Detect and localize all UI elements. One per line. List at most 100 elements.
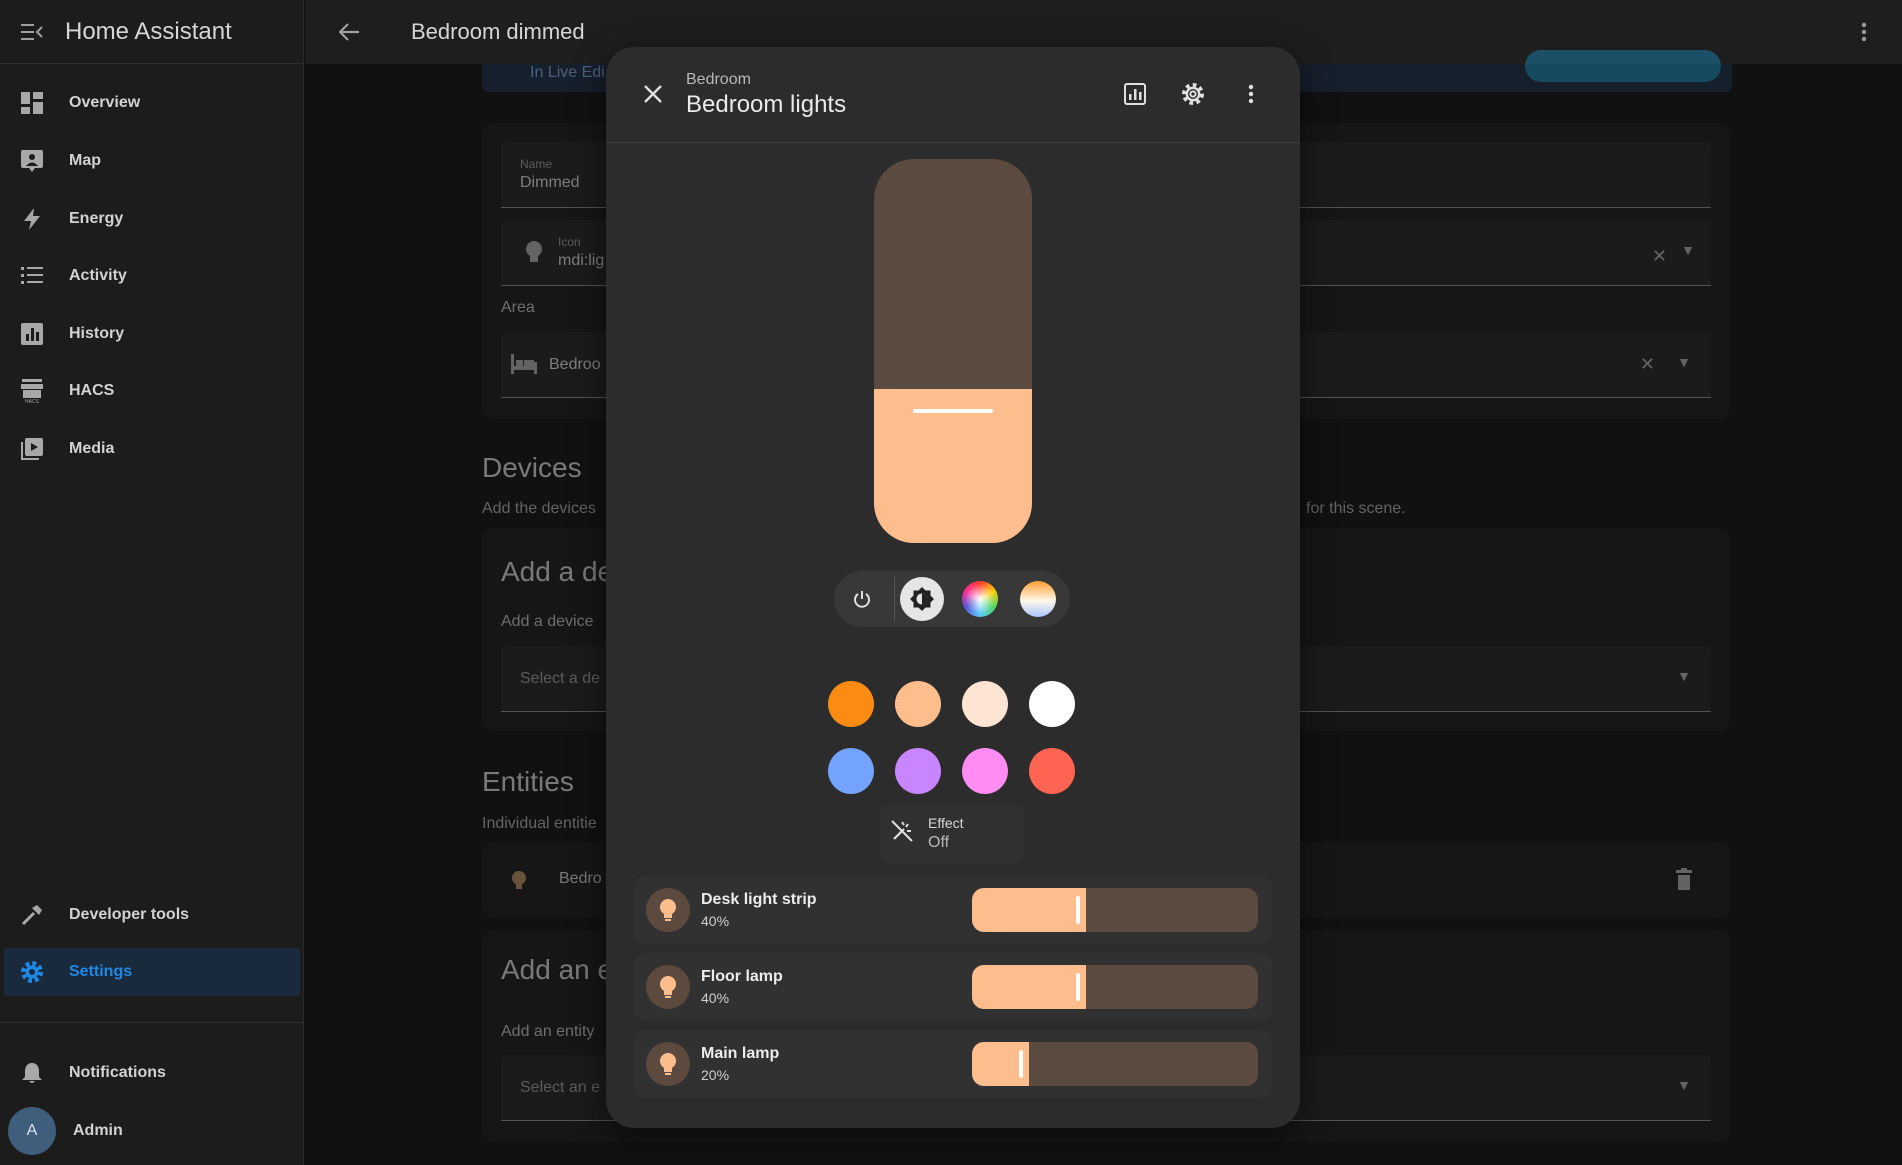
member-value: 20%	[701, 1067, 730, 1083]
effect-off-icon	[890, 819, 914, 843]
name-value: Dimmed	[520, 174, 580, 191]
menu-collapse-icon[interactable]	[17, 17, 47, 47]
color-preset-swatch[interactable]	[895, 748, 941, 794]
follow-mode-button[interactable]	[1525, 50, 1721, 82]
member-brightness-slider[interactable]	[972, 1042, 1258, 1086]
close-icon[interactable]	[632, 73, 674, 115]
color-preset-swatch[interactable]	[828, 681, 874, 727]
member-name: Desk light strip	[701, 891, 817, 908]
member-slider-handle[interactable]	[1076, 973, 1080, 1001]
devices-heading: Devices	[482, 452, 582, 483]
member-brightness-slider[interactable]	[972, 965, 1258, 1009]
sidebar-item-label: Media	[69, 440, 115, 457]
member-slider-handle[interactable]	[1076, 896, 1080, 924]
entity-placeholder: Select an e	[520, 1079, 601, 1096]
name-label: Name	[520, 157, 553, 171]
brightness-mode-icon[interactable]	[900, 577, 944, 621]
member-slider-fill	[972, 888, 1086, 932]
control-mode-bar	[834, 571, 1070, 627]
settings-gear-icon[interactable]	[1172, 73, 1214, 115]
bulb-icon	[525, 240, 543, 271]
effect-label: Effect	[928, 815, 964, 831]
sidebar-divider	[0, 1022, 304, 1023]
bed-icon	[511, 354, 537, 379]
color-preset-swatch[interactable]	[962, 681, 1008, 727]
devices-subtitle: Add the devices	[482, 500, 596, 517]
app-title: Home Assistant	[65, 17, 232, 45]
gear-icon	[20, 960, 44, 984]
icon-label: Icon	[558, 235, 581, 249]
sidebar-item-energy[interactable]: Energy	[4, 195, 300, 243]
sidebar-item-developer-tools[interactable]: Developer tools	[4, 891, 300, 939]
sidebar-item-label: Developer tools	[69, 906, 190, 923]
more-vertical-icon[interactable]	[1852, 20, 1876, 44]
media-icon	[20, 437, 44, 461]
add-device-title: Add a de	[501, 556, 614, 587]
sidebar-item-profile[interactable]: A Admin	[4, 1107, 300, 1155]
add-entity-title: Add an e	[501, 954, 614, 985]
hacs-icon: HACS	[20, 379, 44, 403]
entities-heading: Entities	[482, 766, 574, 797]
hammer-icon	[20, 903, 44, 927]
effect-value: Off	[928, 834, 950, 851]
bell-icon	[20, 1061, 44, 1085]
back-arrow-icon[interactable]	[329, 12, 369, 52]
more-info-dialog: Bedroom Bedroom lights Effect Off Desk l…	[606, 47, 1300, 1128]
dialog-header: Bedroom Bedroom lights	[606, 47, 1300, 143]
device-placeholder: Select a de	[520, 670, 601, 687]
color-preset-swatch[interactable]	[1029, 748, 1075, 794]
sidebar-header: Home Assistant	[0, 0, 303, 64]
member-value: 40%	[701, 913, 730, 929]
color-preset-swatch[interactable]	[895, 681, 941, 727]
sidebar-item-activity[interactable]: Activity	[4, 252, 300, 300]
sidebar-item-label: Overview	[69, 94, 141, 111]
devices-subtitle-end: for this scene.	[1306, 500, 1406, 517]
area-value: Bedroo	[549, 356, 601, 373]
sidebar-item-hacs[interactable]: HACS HACS	[4, 367, 300, 415]
delete-icon[interactable]	[1676, 868, 1692, 895]
more-vertical-icon[interactable]	[1230, 73, 1272, 115]
history-icon	[20, 322, 44, 346]
color-preset-swatch[interactable]	[962, 748, 1008, 794]
ceiling-light-icon	[507, 869, 531, 896]
sidebar-item-label: Map	[69, 152, 101, 169]
dropdown-arrow-icon[interactable]: ▼	[1677, 668, 1691, 684]
clear-icon[interactable]: ✕	[1640, 354, 1655, 375]
dropdown-arrow-icon[interactable]: ▼	[1677, 1077, 1691, 1093]
member-row[interactable]: Main lamp 20%	[634, 1030, 1272, 1098]
member-brightness-slider[interactable]	[972, 888, 1258, 932]
sidebar-item-history[interactable]: History	[4, 310, 300, 358]
clear-icon[interactable]: ✕	[1652, 246, 1667, 267]
activity-icon	[20, 264, 44, 288]
member-row[interactable]: Floor lamp 40%	[634, 953, 1272, 1021]
color-preset-swatch[interactable]	[1029, 681, 1075, 727]
entities-subtitle: Individual entitie	[482, 815, 597, 832]
color-wheel-icon[interactable]	[958, 577, 1002, 621]
member-value: 40%	[701, 990, 730, 1006]
effect-button[interactable]: Effect Off	[880, 803, 1024, 863]
sidebar-item-label: Admin	[73, 1122, 123, 1139]
sidebar-item-overview[interactable]: Overview	[4, 79, 300, 127]
brightness-handle[interactable]	[913, 409, 993, 413]
sidebar-item-settings[interactable]: Settings	[4, 948, 300, 996]
add-device-label: Add a device	[501, 613, 594, 630]
dialog-area-name: Bedroom	[686, 71, 751, 88]
color-preset-swatch[interactable]	[828, 748, 874, 794]
sidebar-item-notifications[interactable]: Notifications	[4, 1049, 300, 1097]
sidebar-item-map[interactable]: Map	[4, 137, 300, 185]
lightbulb-icon[interactable]	[646, 1042, 690, 1086]
area-label: Area	[501, 299, 535, 316]
dropdown-arrow-icon[interactable]: ▼	[1681, 242, 1695, 258]
sidebar-item-label: Energy	[69, 210, 124, 227]
brightness-slider[interactable]	[874, 159, 1032, 543]
lightbulb-icon[interactable]	[646, 888, 690, 932]
power-icon[interactable]	[840, 577, 884, 621]
lightbulb-icon[interactable]	[646, 965, 690, 1009]
member-slider-handle[interactable]	[1019, 1050, 1023, 1078]
member-row[interactable]: Desk light strip 40%	[634, 876, 1272, 944]
overview-icon	[20, 91, 44, 115]
sidebar-item-media[interactable]: Media	[4, 425, 300, 473]
color-temperature-icon[interactable]	[1016, 577, 1060, 621]
history-chart-icon[interactable]	[1114, 73, 1156, 115]
dropdown-arrow-icon[interactable]: ▼	[1677, 354, 1691, 370]
